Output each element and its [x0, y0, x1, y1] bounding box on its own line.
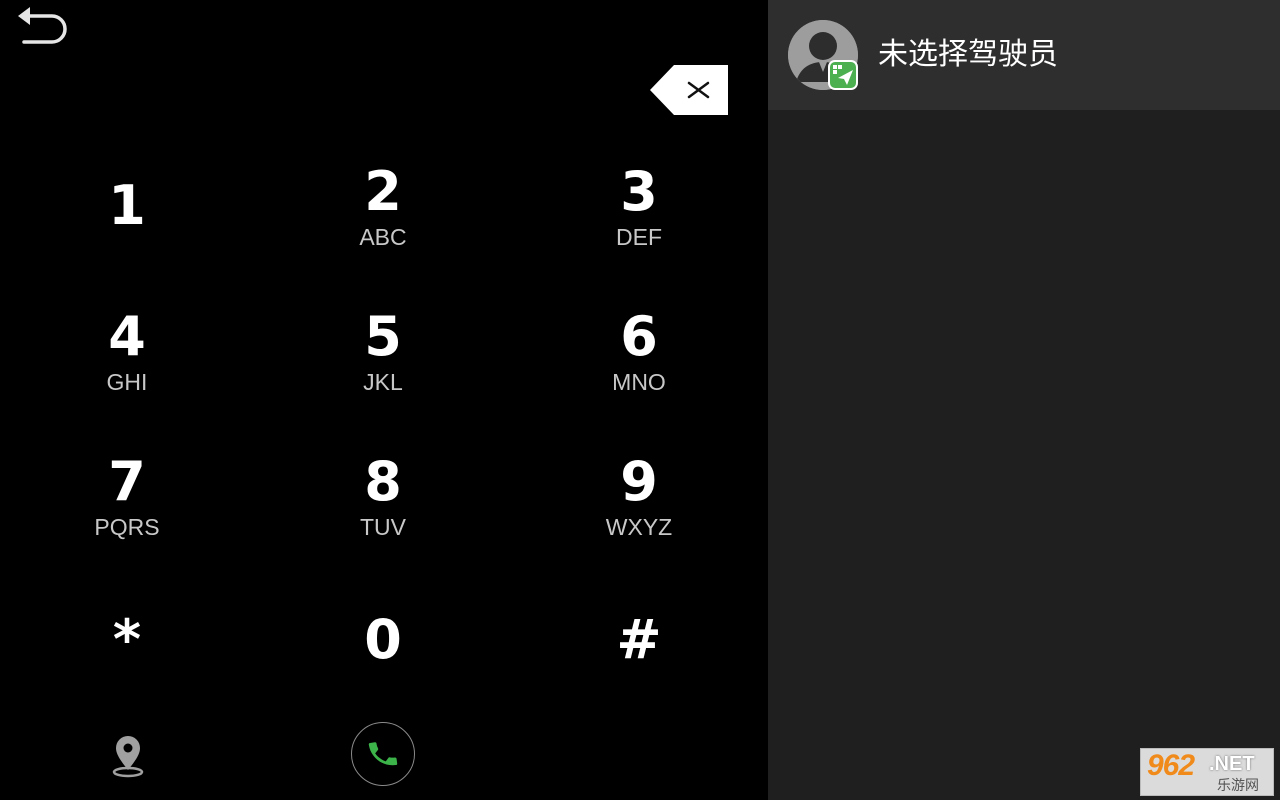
driver-selector[interactable]: 未选择驾驶员: [768, 0, 1280, 110]
phone-call-icon: [368, 742, 398, 766]
key-5[interactable]: 5 JKL: [283, 307, 483, 417]
key-hash[interactable]: #: [539, 610, 739, 720]
key-letters: PQRS: [94, 514, 160, 540]
key-7[interactable]: 7 PQRS: [27, 452, 227, 562]
key-digit: 0: [364, 608, 402, 671]
call-button[interactable]: [351, 722, 415, 786]
watermark-logo: 962 .NET 乐游网: [1140, 748, 1274, 796]
backspace-button[interactable]: [650, 64, 730, 116]
key-8[interactable]: 8 TUV: [283, 452, 483, 562]
key-digit: #: [616, 608, 662, 671]
location-pin-icon: [112, 736, 144, 778]
key-4[interactable]: 4 GHI: [27, 307, 227, 417]
key-digit: 2: [364, 160, 402, 223]
key-1[interactable]: 1: [27, 172, 227, 282]
key-0[interactable]: 0: [283, 610, 483, 720]
key-letters: JKL: [363, 369, 403, 395]
key-letters: DEF: [616, 224, 662, 250]
key-letters: MNO: [612, 369, 666, 395]
key-letters: ABC: [359, 224, 407, 250]
watermark-cn: 乐游网: [1217, 778, 1259, 794]
location-button[interactable]: [108, 732, 148, 778]
key-digit: 6: [620, 305, 658, 368]
watermark-number: 962: [1147, 749, 1195, 782]
key-digit: 7: [108, 450, 146, 513]
key-star[interactable]: *: [27, 610, 227, 720]
backspace-icon: [650, 65, 728, 115]
key-digit: 9: [620, 450, 658, 513]
key-letters: TUV: [360, 514, 406, 540]
key-digit: 8: [364, 450, 402, 513]
back-arrow-icon: [18, 7, 67, 44]
back-button[interactable]: [14, 4, 70, 48]
key-digit: 3: [620, 160, 658, 223]
key-digit: 5: [364, 305, 402, 368]
key-digit: 4: [108, 305, 146, 368]
key-3[interactable]: 3 DEF: [539, 162, 739, 272]
key-letters: WXYZ: [605, 514, 673, 540]
driver-name: 未选择驾驶员: [878, 37, 1058, 72]
key-9[interactable]: 9 WXYZ: [539, 452, 739, 562]
key-6[interactable]: 6 MNO: [539, 307, 739, 417]
key-digit: 1: [108, 174, 146, 237]
key-2[interactable]: 2 ABC: [283, 162, 483, 272]
send-badge-icon: [828, 60, 858, 90]
key-digit: *: [112, 608, 142, 671]
dialer-panel: 1 2 ABC 3 DEF 4 GHI 5 JKL 6 MNO 7 PQRS 8…: [0, 0, 768, 800]
driver-panel: 未选择驾驶员: [768, 0, 1280, 800]
key-letters: GHI: [106, 369, 148, 395]
watermark-suffix: .NET: [1209, 753, 1255, 775]
